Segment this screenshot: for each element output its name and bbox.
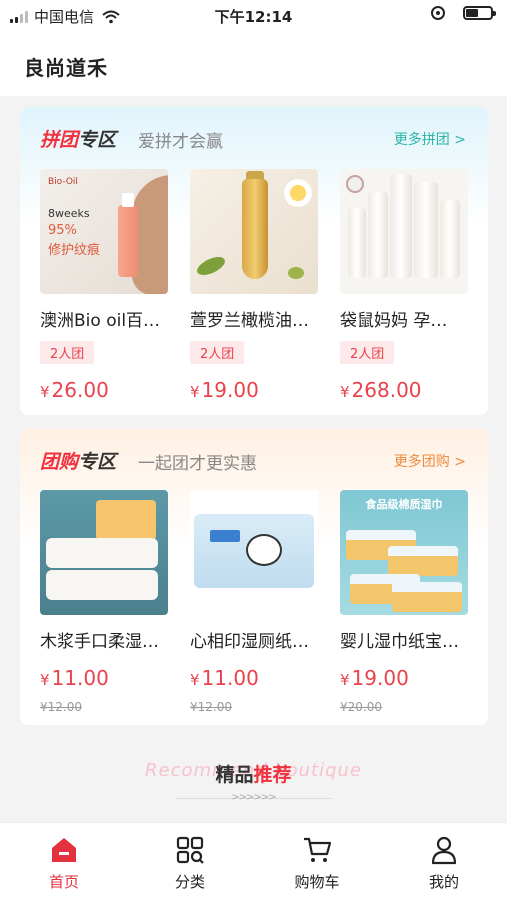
original-price: ¥20.00 xyxy=(340,700,382,714)
tuan-section: 团购专区 一起团才更实惠 更多团购 > 木浆手口柔湿… ¥11.00 ¥12.0… xyxy=(20,429,488,725)
section-subtitle: 爱拼才会赢 xyxy=(138,132,223,152)
more-pin-link[interactable]: 更多拼团 > xyxy=(394,129,466,149)
product-price: ¥19.00 xyxy=(340,666,409,690)
product-image: 食品级棉质湿巾 xyxy=(340,490,468,615)
more-tuan-link[interactable]: 更多团购 > xyxy=(394,451,466,471)
rotation-lock-icon xyxy=(431,6,445,20)
product-image xyxy=(340,169,468,294)
tab-home[interactable]: 首页 xyxy=(1,823,127,900)
section-title: 拼团专区 xyxy=(40,129,117,151)
product-card[interactable]: 袋鼠妈妈 孕… 2人团 ¥268.00 xyxy=(340,169,468,402)
product-card[interactable]: Bio-Oil 8weeks 95% 修护纹痕 澳洲Bio oil百… 2人团 … xyxy=(40,169,168,402)
chevrons-icon: >>>>>> xyxy=(231,792,276,803)
product-price: ¥11.00 xyxy=(40,666,109,690)
page-title: 良尚道禾 xyxy=(24,56,108,80)
product-name: 澳洲Bio oil百… xyxy=(40,311,161,331)
product-name: 木浆手口柔湿… xyxy=(40,632,159,652)
status-bar: 中国电信 下午12:14 xyxy=(0,0,507,30)
pin-section: 拼团专区 爱拼才会赢 更多拼团 > Bio-Oil 8weeks 95% 修护纹… xyxy=(20,107,488,415)
product-image xyxy=(190,490,318,615)
category-icon xyxy=(176,836,204,864)
tab-bar: 首页 分类 购物车 我的 xyxy=(0,822,507,900)
group-size-badge: 2人团 xyxy=(40,341,95,364)
home-icon xyxy=(52,838,76,862)
tab-cart[interactable]: 购物车 xyxy=(254,823,380,900)
recommend-title: 精品推荐 xyxy=(215,764,292,786)
product-image xyxy=(40,490,168,615)
app-header: 良尚道禾 xyxy=(0,30,507,96)
product-name: 心相印湿厕纸… xyxy=(190,632,309,652)
product-card[interactable]: 木浆手口柔湿… ¥11.00 ¥12.00 xyxy=(40,490,168,714)
product-card[interactable]: 食品级棉质湿巾 婴儿湿巾纸宝… ¥19.00 ¥20.00 xyxy=(340,490,468,714)
tab-label: 分类 xyxy=(174,873,205,891)
tab-category[interactable]: 分类 xyxy=(127,823,253,900)
tab-label: 我的 xyxy=(428,873,459,891)
tab-label: 购物车 xyxy=(294,873,340,891)
product-price: ¥19.00 xyxy=(190,378,259,402)
product-image xyxy=(190,169,318,294)
product-card[interactable]: 心相印湿厕纸… ¥11.00 ¥12.00 xyxy=(190,490,318,714)
user-icon xyxy=(431,836,457,865)
section-subtitle: 一起团才更实惠 xyxy=(138,454,257,474)
recommend-heading: Recommend boutique 精品推荐 >>>>>> xyxy=(0,758,507,808)
product-price: ¥11.00 xyxy=(190,666,259,690)
battery-icon xyxy=(463,6,496,20)
product-name: 萱罗兰橄榄油… xyxy=(190,311,309,331)
product-name: 婴儿湿巾纸宝… xyxy=(340,632,459,652)
product-price: ¥26.00 xyxy=(40,378,109,402)
original-price: ¥12.00 xyxy=(40,700,82,714)
product-name: 袋鼠妈妈 孕… xyxy=(340,311,448,331)
tab-label: 首页 xyxy=(48,873,79,891)
group-size-badge: 2人团 xyxy=(190,341,245,364)
cart-icon xyxy=(304,837,332,862)
tab-mine[interactable]: 我的 xyxy=(381,823,507,900)
group-size-badge: 2人团 xyxy=(340,341,395,364)
product-card[interactable]: 萱罗兰橄榄油… 2人团 ¥19.00 xyxy=(190,169,318,402)
product-image: Bio-Oil 8weeks 95% 修护纹痕 xyxy=(40,169,168,294)
product-price: ¥268.00 xyxy=(340,378,422,402)
section-title: 团购专区 xyxy=(40,451,117,473)
original-price: ¥12.00 xyxy=(190,700,232,714)
